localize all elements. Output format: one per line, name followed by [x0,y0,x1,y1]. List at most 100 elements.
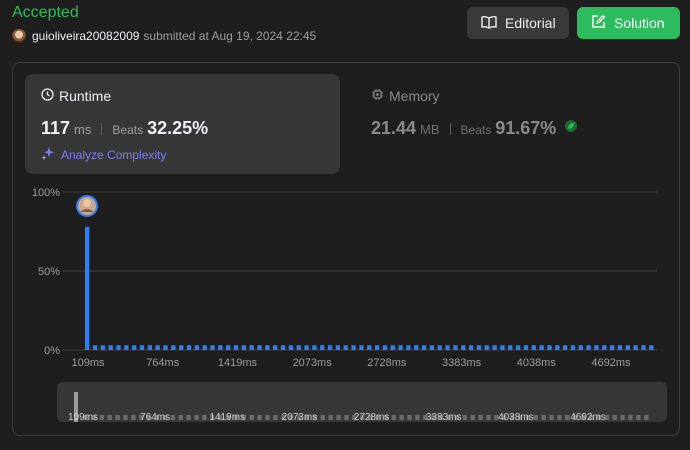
runtime-bar[interactable] [586,345,591,350]
runtime-bar[interactable] [202,345,207,350]
runtime-bar[interactable] [633,345,638,350]
leaf-badge-icon [564,119,578,138]
overview-bar [202,415,207,420]
runtime-bar[interactable] [124,345,129,350]
runtime-bar[interactable] [531,345,536,350]
runtime-bar[interactable] [508,345,513,350]
runtime-bar[interactable] [194,345,200,350]
runtime-bar[interactable] [539,345,544,350]
runtime-bar[interactable] [437,345,442,350]
runtime-bar[interactable] [555,345,560,350]
runtime-bar[interactable] [241,345,247,350]
runtime-bar[interactable] [132,345,137,350]
runtime-bar[interactable] [398,345,403,350]
runtime-bar[interactable] [570,345,576,350]
runtime-bar[interactable] [249,345,254,350]
overview-bar [636,415,641,420]
runtime-bar[interactable] [649,345,654,350]
runtime-bar[interactable] [327,345,333,350]
runtime-bar[interactable] [594,345,599,350]
memory-beats-pct: 91.67% [495,118,557,138]
runtime-bar[interactable] [406,345,411,350]
runtime-bar[interactable] [445,345,450,350]
runtime-bar[interactable] [312,345,317,350]
runtime-bar[interactable] [210,345,215,350]
runtime-card[interactable]: Runtime 117 ms Beats 32.25% Analyze Comp… [25,74,340,174]
runtime-bar[interactable] [625,345,630,350]
runtime-bar[interactable] [116,345,121,350]
y-tick-label: 0% [44,345,60,357]
runtime-bar[interactable] [609,345,615,350]
runtime-bar[interactable] [265,345,270,350]
overview-bar [549,415,554,420]
runtime-bar[interactable] [108,345,113,350]
analyze-complexity-button[interactable]: Analyze Complexity [41,146,166,163]
runtime-bar[interactable] [100,345,105,350]
runtime-unit: ms [74,122,92,137]
memory-unit: MB [420,122,440,137]
x-tick-label: 2073ms [293,357,333,369]
overview-tick-label: 2728ms [354,412,390,423]
runtime-bar[interactable] [304,345,309,350]
runtime-bar[interactable] [257,345,262,350]
runtime-bar[interactable] [429,345,435,350]
runtime-bar[interactable] [179,345,184,350]
runtime-bar[interactable] [421,345,427,350]
runtime-bar[interactable] [233,345,239,350]
runtime-bar[interactable] [226,345,231,350]
runtime-bar[interactable] [484,345,489,350]
runtime-bar[interactable] [602,345,607,350]
runtime-bar[interactable] [374,345,380,350]
runtime-bar[interactable] [343,345,348,350]
runtime-bar[interactable] [476,345,482,350]
solution-button[interactable]: Solution [577,7,680,39]
runtime-bar[interactable] [359,345,364,350]
runtime-bar[interactable] [163,345,168,350]
runtime-bar[interactable] [280,345,286,350]
runtime-bar[interactable] [468,345,474,350]
runtime-bar[interactable] [288,345,294,350]
runtime-bar[interactable] [492,345,497,350]
runtime-bar[interactable] [320,345,325,350]
memory-card[interactable]: Memory 21.44 MB Beats 91.67% [355,74,670,174]
user-avatar[interactable] [12,29,26,43]
runtime-bar[interactable] [461,345,466,350]
overview-bar [533,415,538,420]
runtime-bar[interactable] [641,345,646,350]
runtime-bar[interactable] [453,345,458,350]
runtime-bar[interactable] [515,345,521,350]
runtime-bar[interactable] [547,345,552,350]
runtime-bar[interactable] [186,345,192,350]
runtime-bar[interactable] [335,345,341,350]
username-link[interactable]: guioliveira20082009 [32,29,139,43]
divider [101,122,103,135]
sparkle-icon [41,146,55,163]
runtime-bar[interactable] [147,345,152,350]
runtime-bar[interactable] [351,345,356,350]
runtime-bar[interactable] [85,226,90,350]
runtime-bar[interactable] [562,345,568,350]
overview-bar [557,415,562,420]
runtime-bar[interactable] [273,345,278,350]
runtime-beats-pct: 32.25% [147,118,209,138]
runtime-bar[interactable] [367,345,372,350]
runtime-bar[interactable] [382,345,388,350]
overview-bar [620,415,625,420]
runtime-bar[interactable] [218,345,223,350]
runtime-bar[interactable] [578,345,583,350]
runtime-bar[interactable] [155,345,160,350]
editorial-button[interactable]: Editorial [467,7,569,39]
overview-tick-label: 4038ms [498,412,534,423]
memory-header: Memory [371,88,440,104]
my-submission-marker[interactable] [76,195,98,217]
runtime-bar[interactable] [296,345,301,350]
runtime-bar[interactable] [171,345,176,350]
runtime-bar[interactable] [523,345,529,350]
runtime-bar[interactable] [617,345,623,350]
runtime-bar[interactable] [500,345,505,350]
runtime-bar[interactable] [139,345,145,350]
runtime-bar[interactable] [414,345,419,350]
overview-bar [486,415,491,420]
runtime-bar[interactable] [92,345,98,350]
runtime-bar[interactable] [390,345,395,350]
